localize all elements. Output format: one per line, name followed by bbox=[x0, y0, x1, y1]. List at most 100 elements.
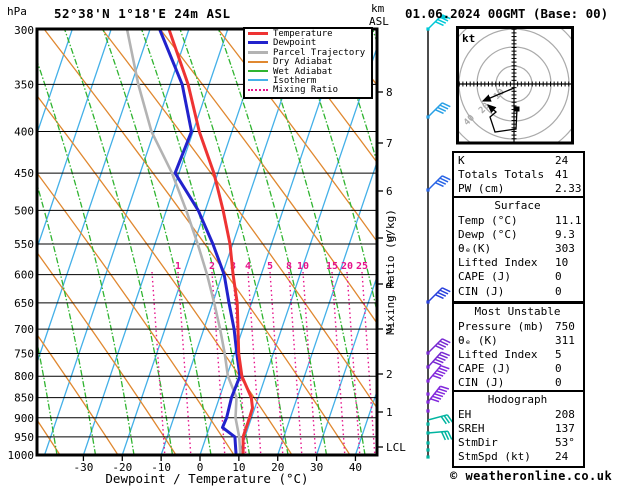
wind-barb bbox=[427, 414, 454, 425]
wind-level-dot bbox=[426, 379, 430, 383]
panel-row-value: 303 bbox=[555, 241, 575, 255]
pressure-tick-label: 650 bbox=[14, 297, 34, 310]
panel-row-value: 5 bbox=[555, 347, 562, 361]
panel-row-label: Totals Totals bbox=[458, 168, 545, 182]
panel-row-value: 750 bbox=[555, 319, 575, 333]
wind-level-dot bbox=[426, 188, 430, 192]
legend-swatch-parcel-trajectory bbox=[248, 50, 268, 54]
panel-row: Lifted Index 10 bbox=[458, 256, 583, 270]
svg-text:4: 4 bbox=[245, 261, 251, 272]
panel-row-label: CIN (J) bbox=[458, 284, 505, 298]
pressure-tick-label: 400 bbox=[14, 126, 34, 139]
panel-surface: Surface Temp (°C) 11.1 Dewp (°C) 9.3 θₑ(K) 303… bbox=[452, 196, 585, 303]
panel-header: Most Unstable bbox=[474, 305, 561, 318]
panel-row-value: 41 bbox=[555, 168, 569, 182]
wind-barb-column bbox=[426, 14, 454, 459]
panel-row-label: PW (cm) bbox=[458, 182, 505, 196]
svg-text:1: 1 bbox=[175, 261, 181, 272]
panel-row-value: 10 bbox=[555, 256, 569, 270]
panel-row-label: θₑ(K) bbox=[458, 241, 492, 255]
mixing-ratio-line bbox=[177, 271, 192, 455]
panel-row-value: 24 bbox=[555, 450, 569, 464]
wind-barb bbox=[427, 287, 451, 303]
pressure-unit-label: hPa bbox=[7, 5, 27, 18]
panel-row-value: 0 bbox=[555, 376, 562, 390]
wind-level-dot bbox=[426, 409, 430, 413]
legend-label: Mixing Ratio bbox=[273, 85, 339, 96]
legend-swatch-dry-adiabat bbox=[248, 60, 268, 63]
panel-row-label: SREH bbox=[458, 421, 485, 435]
panel-row-label: Pressure (mb) bbox=[458, 319, 545, 333]
wind-barb bbox=[427, 102, 451, 118]
pressure-tick-label: 550 bbox=[14, 238, 34, 251]
x-axis-title: Dewpoint / Temperature (°C) bbox=[105, 471, 308, 486]
km-unit-label: km bbox=[371, 2, 385, 15]
svg-text:5: 5 bbox=[267, 261, 273, 272]
panel-header: Hodograph bbox=[487, 393, 548, 406]
temp-tick-label: 40 bbox=[349, 461, 362, 474]
pressure-tick-label: 850 bbox=[14, 392, 34, 405]
wind-level-dot bbox=[426, 392, 430, 396]
panel-row: θₑ(K) 303 bbox=[458, 242, 583, 256]
panel-row: Temp (°C) 11.1 bbox=[458, 214, 583, 228]
isotherm-line bbox=[43, 29, 190, 455]
wind-level-dot bbox=[426, 455, 430, 459]
skewt-chart: 1 2 3 4 5 8 10 15 20 2530035040045050055060065070… bbox=[8, 2, 454, 486]
pressure-tick-label: 950 bbox=[14, 431, 34, 444]
km-tick-label: 2 bbox=[386, 368, 393, 381]
panel-row: CIN (J) 0 bbox=[458, 285, 583, 299]
km-tick-label: 7 bbox=[386, 137, 393, 150]
panel-row: CAPE (J) 0 bbox=[458, 362, 583, 376]
panel-row: EH 208 bbox=[458, 408, 583, 422]
temp-tick-label: -30 bbox=[73, 461, 93, 474]
km-tick-label: 6 bbox=[386, 185, 393, 198]
svg-text:20: 20 bbox=[341, 261, 353, 272]
pressure-tick-label: 300 bbox=[14, 24, 34, 37]
isotherm-line bbox=[82, 29, 229, 455]
wet-adiabat-line bbox=[37, 58, 135, 455]
wind-level-dot bbox=[426, 300, 430, 304]
right-axis-title: Mixing Ratio (g/kg) bbox=[384, 209, 397, 335]
svg-text:2: 2 bbox=[209, 261, 215, 272]
legend-entry: Mixing Ratio bbox=[248, 86, 371, 95]
panel-row-label: CAPE (J) bbox=[458, 270, 511, 284]
panel-hodograph: Hodograph EH 208 SREH 137 StmDir 53° StmSpd (kt… bbox=[452, 390, 585, 469]
panel-row: K 24 bbox=[458, 154, 583, 168]
svg-text:8: 8 bbox=[286, 261, 292, 272]
panel-row-label: CAPE (J) bbox=[458, 362, 511, 376]
panel-row-value: 9.3 bbox=[555, 227, 575, 241]
lcl-label: LCL bbox=[386, 441, 406, 454]
wind-level-dot bbox=[426, 365, 430, 369]
hodograph-unit-label: kt bbox=[462, 32, 475, 45]
panel-row: SREH 137 bbox=[458, 422, 583, 436]
wind-level-dot bbox=[426, 422, 430, 426]
wind-level-dot bbox=[426, 448, 430, 452]
panel-row-value: 137 bbox=[555, 421, 575, 435]
panel-row-label: Lifted Index bbox=[458, 256, 538, 270]
panel-row-label: StmSpd (kt) bbox=[458, 450, 531, 464]
panel-row-label: Lifted Index bbox=[458, 347, 538, 361]
panel-row-label: StmDir bbox=[458, 435, 498, 449]
panel-row: CAPE (J) 0 bbox=[458, 270, 583, 284]
panel-row: Totals Totals 41 bbox=[458, 168, 583, 182]
legend-swatch-isotherm bbox=[248, 79, 268, 82]
panel-row: StmDir 53° bbox=[458, 436, 583, 450]
hodograph: 102040kt bbox=[456, 26, 574, 145]
mixing-ratio-line bbox=[288, 271, 303, 455]
panel-row-label: EH bbox=[458, 407, 472, 421]
svg-text:10: 10 bbox=[297, 261, 309, 272]
hodograph-ring-label: 20 bbox=[477, 101, 492, 116]
chart-legend: Temperature Dewpoint Parcel Trajectory Dry … bbox=[243, 27, 373, 99]
legend-swatch-wet-adiabat bbox=[248, 70, 268, 73]
panel-row-label: Temp (°C) bbox=[458, 213, 518, 227]
wind-barb bbox=[427, 351, 451, 368]
wind-barb bbox=[427, 364, 450, 382]
wind-level-dot bbox=[426, 27, 430, 31]
panel-row-label: θₑ (K) bbox=[458, 333, 498, 347]
mixing-ratio-line bbox=[361, 271, 376, 455]
pressure-tick-label: 600 bbox=[14, 269, 34, 282]
panel-row-label: Dewp (°C) bbox=[458, 227, 518, 241]
wind-barb bbox=[427, 430, 453, 441]
panel-row: PW (cm) 2.33 bbox=[458, 182, 583, 196]
temp-tick-label: 30 bbox=[310, 461, 323, 474]
